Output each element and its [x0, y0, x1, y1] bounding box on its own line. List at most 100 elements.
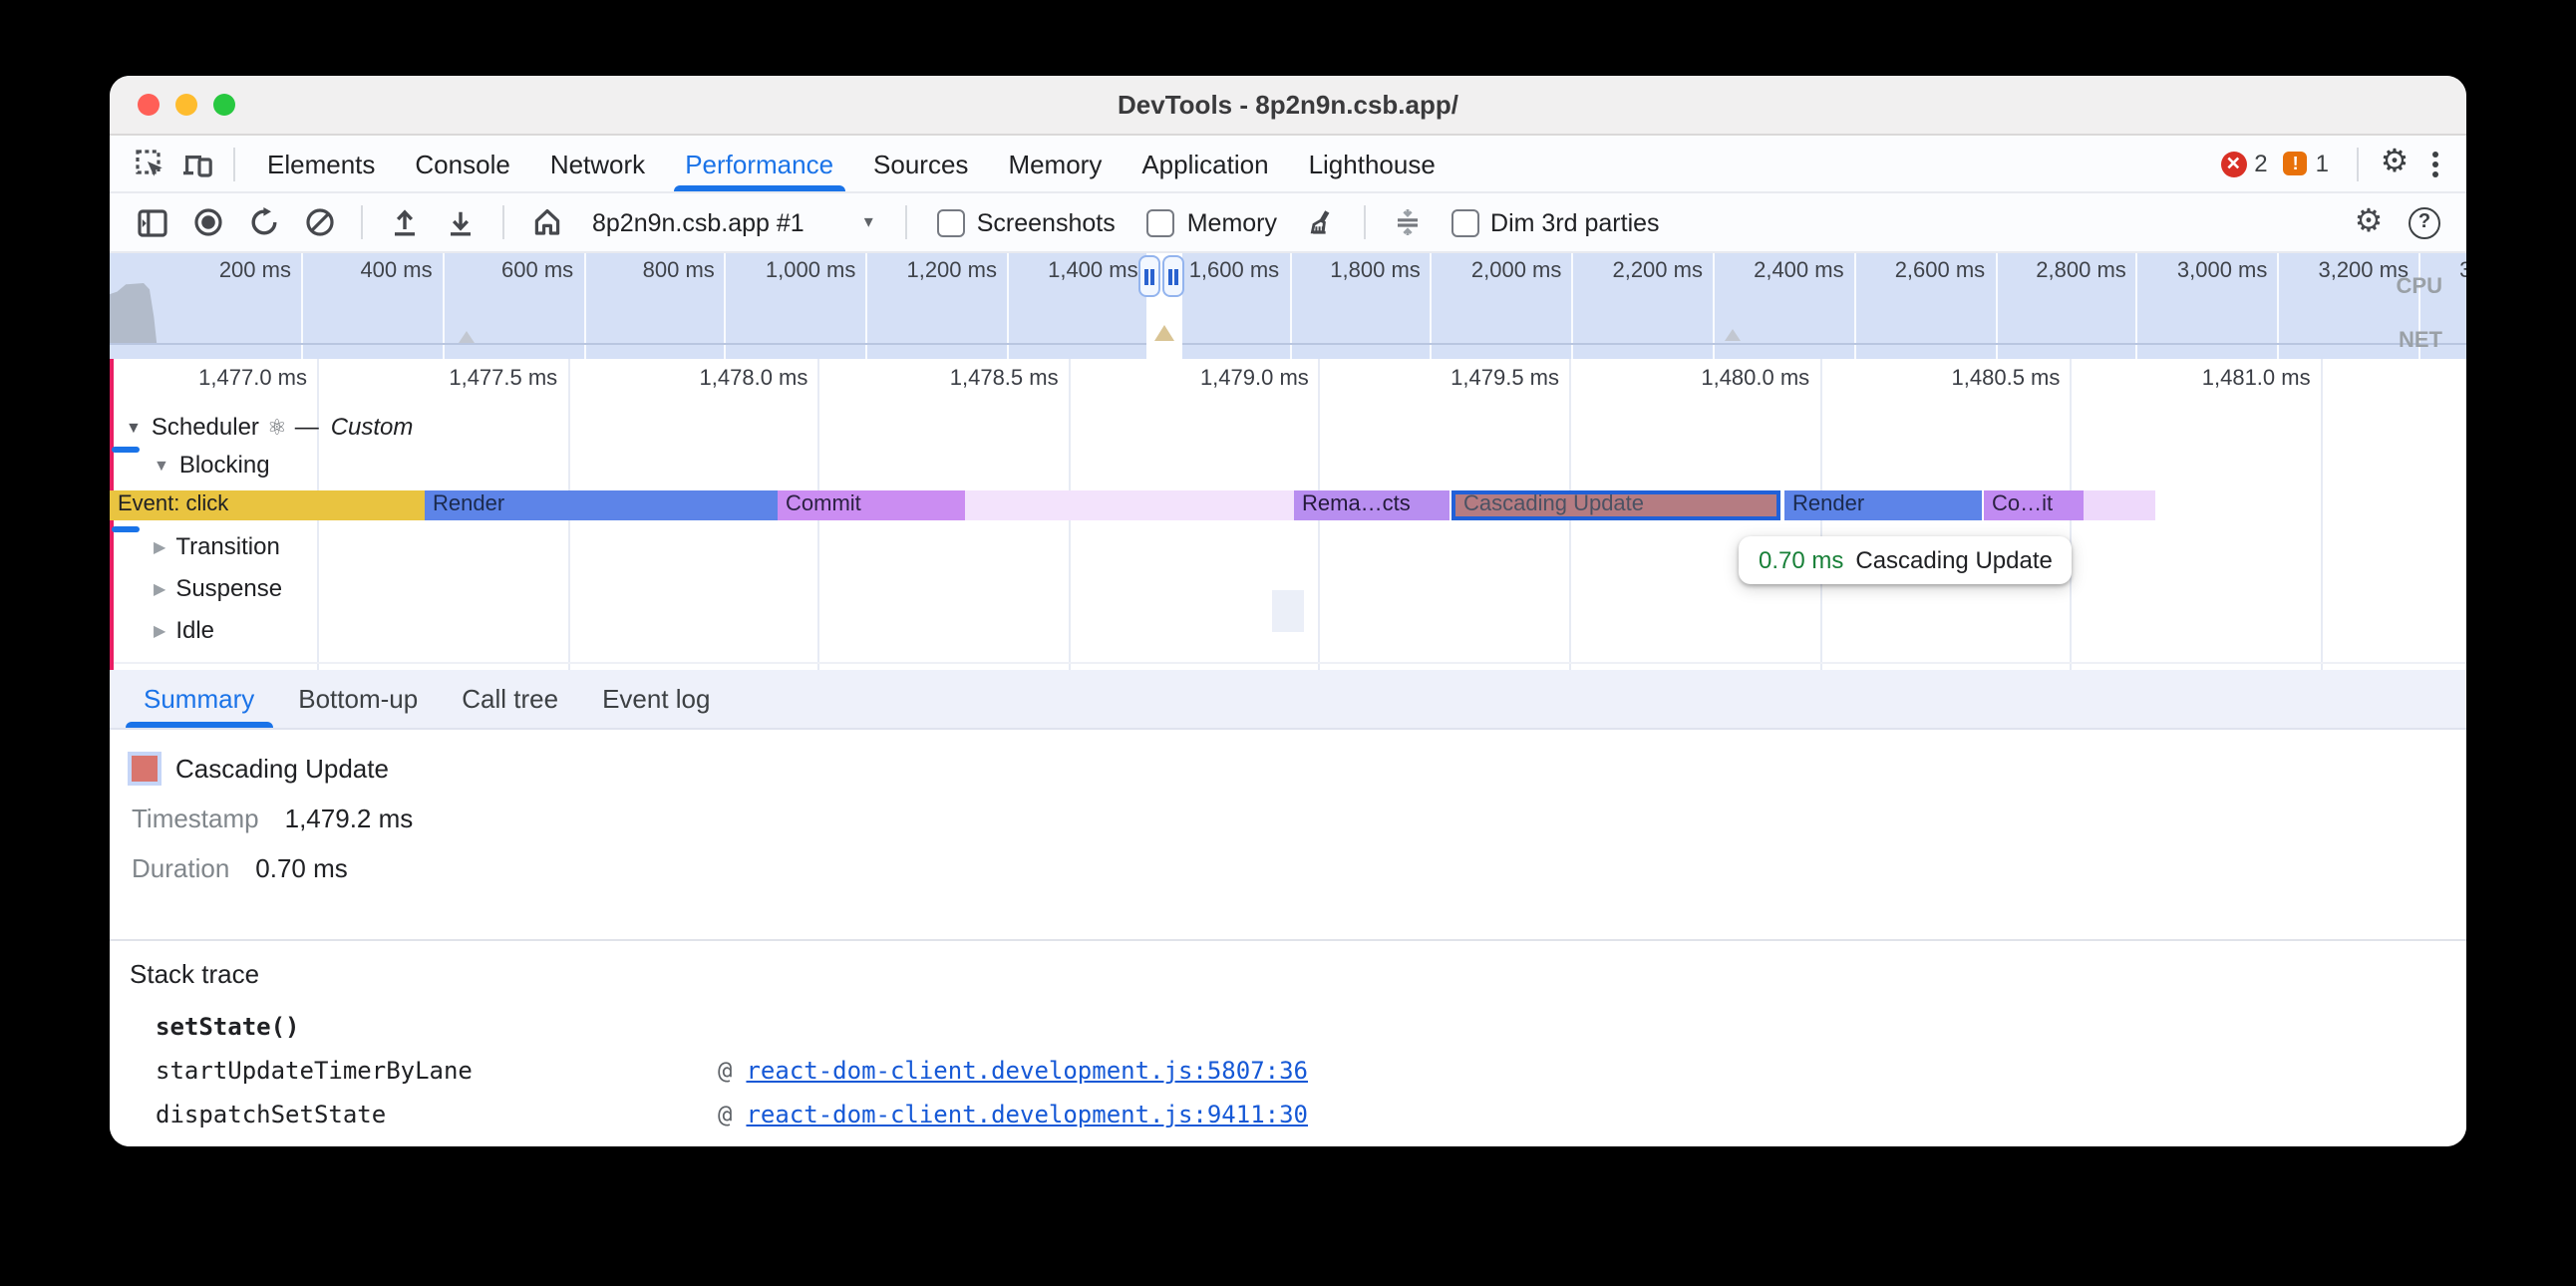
track-row-transition[interactable]: ▶ Transition	[154, 532, 280, 560]
chevron-down-icon: ▾	[864, 211, 873, 233]
collapsed-triangle-icon[interactable]: ▶	[154, 579, 165, 597]
selection-left-handle[interactable]	[1138, 255, 1160, 297]
flame-bar-passive-effects[interactable]	[965, 490, 1294, 520]
ruler-gridline	[2321, 359, 2323, 670]
details-tab-summary[interactable]: Summary	[122, 670, 276, 728]
device-toolbar-icon[interactable]	[173, 140, 221, 187]
cpu-lane-label: CPU	[2397, 275, 2442, 299]
memory-checkbox[interactable]: Memory	[1133, 208, 1291, 236]
details-tab-bottom-up[interactable]: Bottom-up	[276, 670, 440, 728]
ruler-tick-label: 1,477.0 ms	[110, 367, 307, 391]
flame-bar-render-2[interactable]: Render	[1784, 490, 1982, 520]
zoom-window-button[interactable]	[213, 94, 235, 116]
collapsed-triangle-icon[interactable]: ▶	[154, 537, 165, 555]
divider	[233, 147, 235, 180]
ruler-tick-label: 1,478.5 ms	[839, 367, 1059, 391]
track-header-scheduler[interactable]: ▼ Scheduler ⚛ — Custom	[126, 413, 413, 441]
react-atom-icon: ⚛	[267, 414, 287, 440]
inspect-element-icon[interactable]	[126, 140, 173, 187]
record-icon[interactable]	[181, 198, 233, 246]
frame-function-name: (anonymous)	[156, 1144, 718, 1146]
settings-gear-icon[interactable]: ⚙	[2371, 140, 2418, 187]
tab-elements[interactable]: Elements	[247, 136, 395, 191]
flame-bar-cascading-update[interactable]: Cascading Update	[1451, 490, 1780, 520]
details-tab-event-log[interactable]: Event log	[580, 670, 732, 728]
tab-performance[interactable]: Performance	[665, 136, 853, 191]
divider	[2357, 147, 2359, 180]
flame-bar-commit-1[interactable]: Commit	[778, 490, 965, 520]
tab-network[interactable]: Network	[530, 136, 665, 191]
divider	[361, 205, 363, 239]
net-lane-label: NET	[2399, 329, 2442, 353]
dim-3rd-parties-checkbox[interactable]: Dim 3rd parties	[1437, 208, 1674, 236]
track-focus-dash	[112, 526, 140, 532]
tab-memory[interactable]: Memory	[988, 136, 1122, 191]
overview-tick-label: 600 ms	[443, 259, 574, 287]
capture-settings-gear-icon[interactable]: ⚙	[2343, 198, 2395, 246]
warning-count: 1	[2316, 150, 2329, 177]
history-select[interactable]: 8p2n9n.csb.app #1 ▾	[576, 208, 889, 236]
track-row-blocking[interactable]: ▼ Blocking	[154, 451, 270, 479]
timeline-overview[interactable]: 200 ms400 ms600 ms800 ms1,000 ms1,200 ms…	[110, 253, 2466, 359]
overview-tick-label: 2,000 ms	[1431, 259, 1562, 287]
overview-baseline	[110, 343, 2466, 345]
cpu-activity-blob	[110, 283, 183, 345]
flame-bar-render-1[interactable]: Render	[425, 490, 778, 520]
ruler-tick-label: 1,478.0 ms	[588, 367, 807, 391]
overview-tick-label: 1,400 ms	[1007, 259, 1138, 287]
clear-icon[interactable]	[293, 198, 345, 246]
expand-triangle-icon[interactable]: ▼	[154, 456, 169, 474]
divider	[905, 205, 907, 239]
flame-bar-commit-2[interactable]: Co…it	[1984, 490, 2084, 520]
ruler-tick-label: 1,480.0 ms	[1590, 367, 1809, 391]
screenshots-checkbox[interactable]: Screenshots	[923, 208, 1129, 236]
tab-console[interactable]: Console	[395, 136, 529, 191]
minimize-window-button[interactable]	[175, 94, 197, 116]
flame-bar-event-click[interactable]: Event: click	[110, 490, 425, 520]
stack-frame: (anonymous)@LikeButton.js:13:13	[156, 1136, 2466, 1146]
suspense-row-label: Suspense	[175, 574, 282, 602]
overview-tick-label: 2,600 ms	[1854, 259, 1986, 287]
frame-source-link[interactable]: LikeButton.js:13:13	[746, 1144, 1020, 1146]
details-tab-call-tree[interactable]: Call tree	[440, 670, 580, 728]
collapsed-triangle-icon[interactable]: ▶	[154, 621, 165, 639]
more-options-kebab-icon[interactable]	[2418, 140, 2450, 187]
divider	[1363, 205, 1365, 239]
overview-tick-label: 200 ms	[160, 259, 291, 287]
selection-right-handle[interactable]	[1162, 255, 1184, 297]
flamechart[interactable]: 1,477.0 ms1,477.5 ms1,478.0 ms1,478.5 ms…	[110, 359, 2466, 670]
collect-garbage-icon[interactable]	[1295, 198, 1347, 246]
frame-source-link[interactable]: react-dom-client.development.js:9411:30	[746, 1101, 1308, 1128]
overview-marker-triangle	[459, 331, 475, 343]
idle-row-label: Idle	[175, 616, 214, 644]
help-icon[interactable]: ?	[2399, 198, 2450, 246]
tab-sources[interactable]: Sources	[853, 136, 988, 191]
tab-application[interactable]: Application	[1122, 136, 1288, 191]
tab-lighthouse[interactable]: Lighthouse	[1289, 136, 1455, 191]
toggle-sidebar-icon[interactable]	[126, 198, 177, 246]
track-row-idle[interactable]: ▶ Idle	[154, 616, 214, 644]
download-profile-icon[interactable]	[435, 198, 486, 246]
stack-frame: dispatchSetState@react-dom-client.develo…	[156, 1093, 2466, 1136]
duration-value: 0.70 ms	[255, 853, 348, 883]
issue-badges[interactable]: ✕ 2 ! 1	[2220, 150, 2337, 177]
error-icon: ✕	[2220, 151, 2246, 176]
overview-tick-label: 2,200 ms	[1571, 259, 1703, 287]
main-tabs: ElementsConsoleNetworkPerformanceSources…	[247, 136, 1455, 191]
frame-at-symbol: @	[718, 1057, 732, 1085]
memory-label: Memory	[1187, 208, 1277, 236]
flame-bar-passive-tail[interactable]	[2084, 490, 2155, 520]
flame-bar-remaining-effects[interactable]: Rema…cts	[1294, 490, 1449, 520]
collapse-tracks-icon[interactable]	[1381, 198, 1433, 246]
reload-record-icon[interactable]	[237, 198, 289, 246]
ruler-tick-label: 1,481.0 ms	[2092, 367, 2311, 391]
close-window-button[interactable]	[138, 94, 160, 116]
overview-tick-label: 1,800 ms	[1289, 259, 1421, 287]
track-row-suspense[interactable]: ▶ Suspense	[154, 574, 282, 602]
expand-triangle-icon[interactable]: ▼	[126, 418, 142, 436]
upload-profile-icon[interactable]	[379, 198, 431, 246]
flame-tooltip: 0.70 ms Cascading Update	[1739, 536, 2073, 584]
frame-source-link[interactable]: react-dom-client.development.js:5807:36	[746, 1057, 1308, 1085]
home-icon[interactable]	[520, 198, 572, 246]
frame-function-name: dispatchSetState	[156, 1101, 718, 1128]
